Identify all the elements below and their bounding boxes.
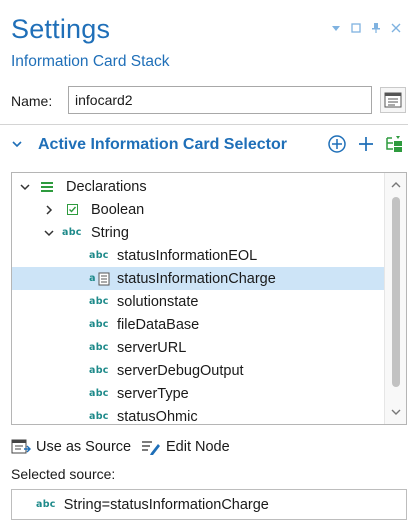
close-icon[interactable] bbox=[390, 22, 402, 34]
use-as-source-button[interactable]: Use as Source bbox=[11, 437, 131, 457]
add-circle-icon bbox=[328, 135, 346, 153]
selected-source-field[interactable]: abc String=statusInformationCharge bbox=[11, 489, 407, 520]
abc-icon: abc bbox=[89, 365, 109, 376]
use-as-source-icon bbox=[11, 438, 31, 456]
window-controls bbox=[330, 22, 402, 34]
scroll-up-icon[interactable] bbox=[390, 179, 402, 191]
scroll-thumb[interactable] bbox=[392, 197, 400, 387]
tree-item[interactable]: abc serverDebugOutput bbox=[12, 359, 384, 382]
chevron-right-icon[interactable] bbox=[43, 204, 55, 216]
declarations-tree[interactable]: Declarations Boolean abc String abc stat… bbox=[11, 172, 407, 425]
selected-source-value: String=statusInformationCharge bbox=[63, 496, 269, 513]
node-list-icon bbox=[384, 92, 402, 108]
name-label: Name: bbox=[11, 93, 53, 109]
edit-node-label: Edit Node bbox=[166, 439, 230, 455]
abc-icon: abc bbox=[89, 388, 109, 399]
tree-item-label: statusInformationCharge bbox=[117, 270, 276, 287]
boolean-icon bbox=[66, 204, 78, 216]
name-settings-button[interactable] bbox=[380, 87, 406, 113]
selected-source-label: Selected source: bbox=[11, 466, 116, 482]
settings-panel: Settings Information Card Stack Name: in… bbox=[0, 0, 408, 520]
tree-node-boolean[interactable]: Boolean bbox=[12, 198, 384, 221]
abc-icon: abc bbox=[89, 411, 109, 422]
tree-item[interactable]: abc statusInformationEOL bbox=[12, 244, 384, 267]
add-button[interactable] bbox=[355, 133, 377, 155]
abc-infocard-icon: a bbox=[88, 272, 112, 286]
use-as-source-label: Use as Source bbox=[36, 439, 132, 455]
chevron-down-icon[interactable] bbox=[11, 138, 23, 150]
declarations-icon bbox=[40, 180, 54, 194]
tree-item-label: serverDebugOutput bbox=[117, 362, 244, 379]
abc-icon: abc bbox=[89, 250, 109, 261]
page-subtitle: Information Card Stack bbox=[11, 53, 170, 70]
abc-icon: abc bbox=[36, 499, 56, 510]
abc-icon: abc bbox=[89, 342, 109, 353]
tree-item[interactable]: abc serverType bbox=[12, 382, 384, 405]
tree-item-label: statusInformationEOL bbox=[117, 247, 258, 264]
tree-item[interactable]: abc statusOhmic bbox=[12, 405, 384, 425]
tree-item[interactable]: abc solutionstate bbox=[12, 290, 384, 313]
abc-icon: abc bbox=[62, 227, 82, 238]
tree-item-label: serverType bbox=[117, 385, 189, 402]
tree-scrollbar[interactable] bbox=[384, 173, 406, 424]
scroll-down-icon[interactable] bbox=[390, 406, 402, 418]
dropdown-arrow-icon[interactable] bbox=[330, 22, 342, 34]
tree-label: Declarations bbox=[66, 178, 147, 195]
tree-label: Boolean bbox=[91, 201, 145, 218]
tree-node-string[interactable]: abc String bbox=[12, 221, 384, 244]
section-header[interactable]: Active Information Card Selector bbox=[0, 130, 408, 160]
add-icon bbox=[359, 137, 373, 151]
section-title: Active Information Card Selector bbox=[38, 136, 287, 153]
chevron-down-icon[interactable] bbox=[19, 181, 31, 193]
divider bbox=[0, 124, 408, 125]
tree-node-declarations[interactable]: Declarations bbox=[12, 175, 384, 198]
abc-icon: abc bbox=[89, 296, 109, 307]
name-input[interactable] bbox=[68, 86, 372, 114]
tree-item-label: fileDataBase bbox=[117, 316, 200, 333]
page-title: Settings bbox=[11, 14, 111, 44]
tree-item-label: solutionstate bbox=[117, 293, 199, 310]
abc-icon: abc bbox=[89, 319, 109, 330]
add-from-tree-icon bbox=[386, 136, 402, 152]
tree-item-label: serverURL bbox=[117, 339, 187, 356]
add-from-tree-button[interactable] bbox=[384, 133, 406, 155]
edit-node-button[interactable]: Edit Node bbox=[141, 437, 230, 457]
tree-item[interactable]: abc serverURL bbox=[12, 336, 384, 359]
add-circle-button[interactable] bbox=[326, 133, 348, 155]
edit-node-icon bbox=[141, 438, 161, 456]
chevron-down-icon[interactable] bbox=[43, 227, 55, 239]
restore-icon[interactable] bbox=[350, 22, 362, 34]
tree-item-label: statusOhmic bbox=[117, 408, 198, 425]
tree-item[interactable]: abc fileDataBase bbox=[12, 313, 384, 336]
tree-item-selected[interactable]: a statusInformationCharge bbox=[12, 267, 384, 290]
tree-label: String bbox=[91, 224, 129, 241]
pin-icon[interactable] bbox=[370, 22, 382, 34]
